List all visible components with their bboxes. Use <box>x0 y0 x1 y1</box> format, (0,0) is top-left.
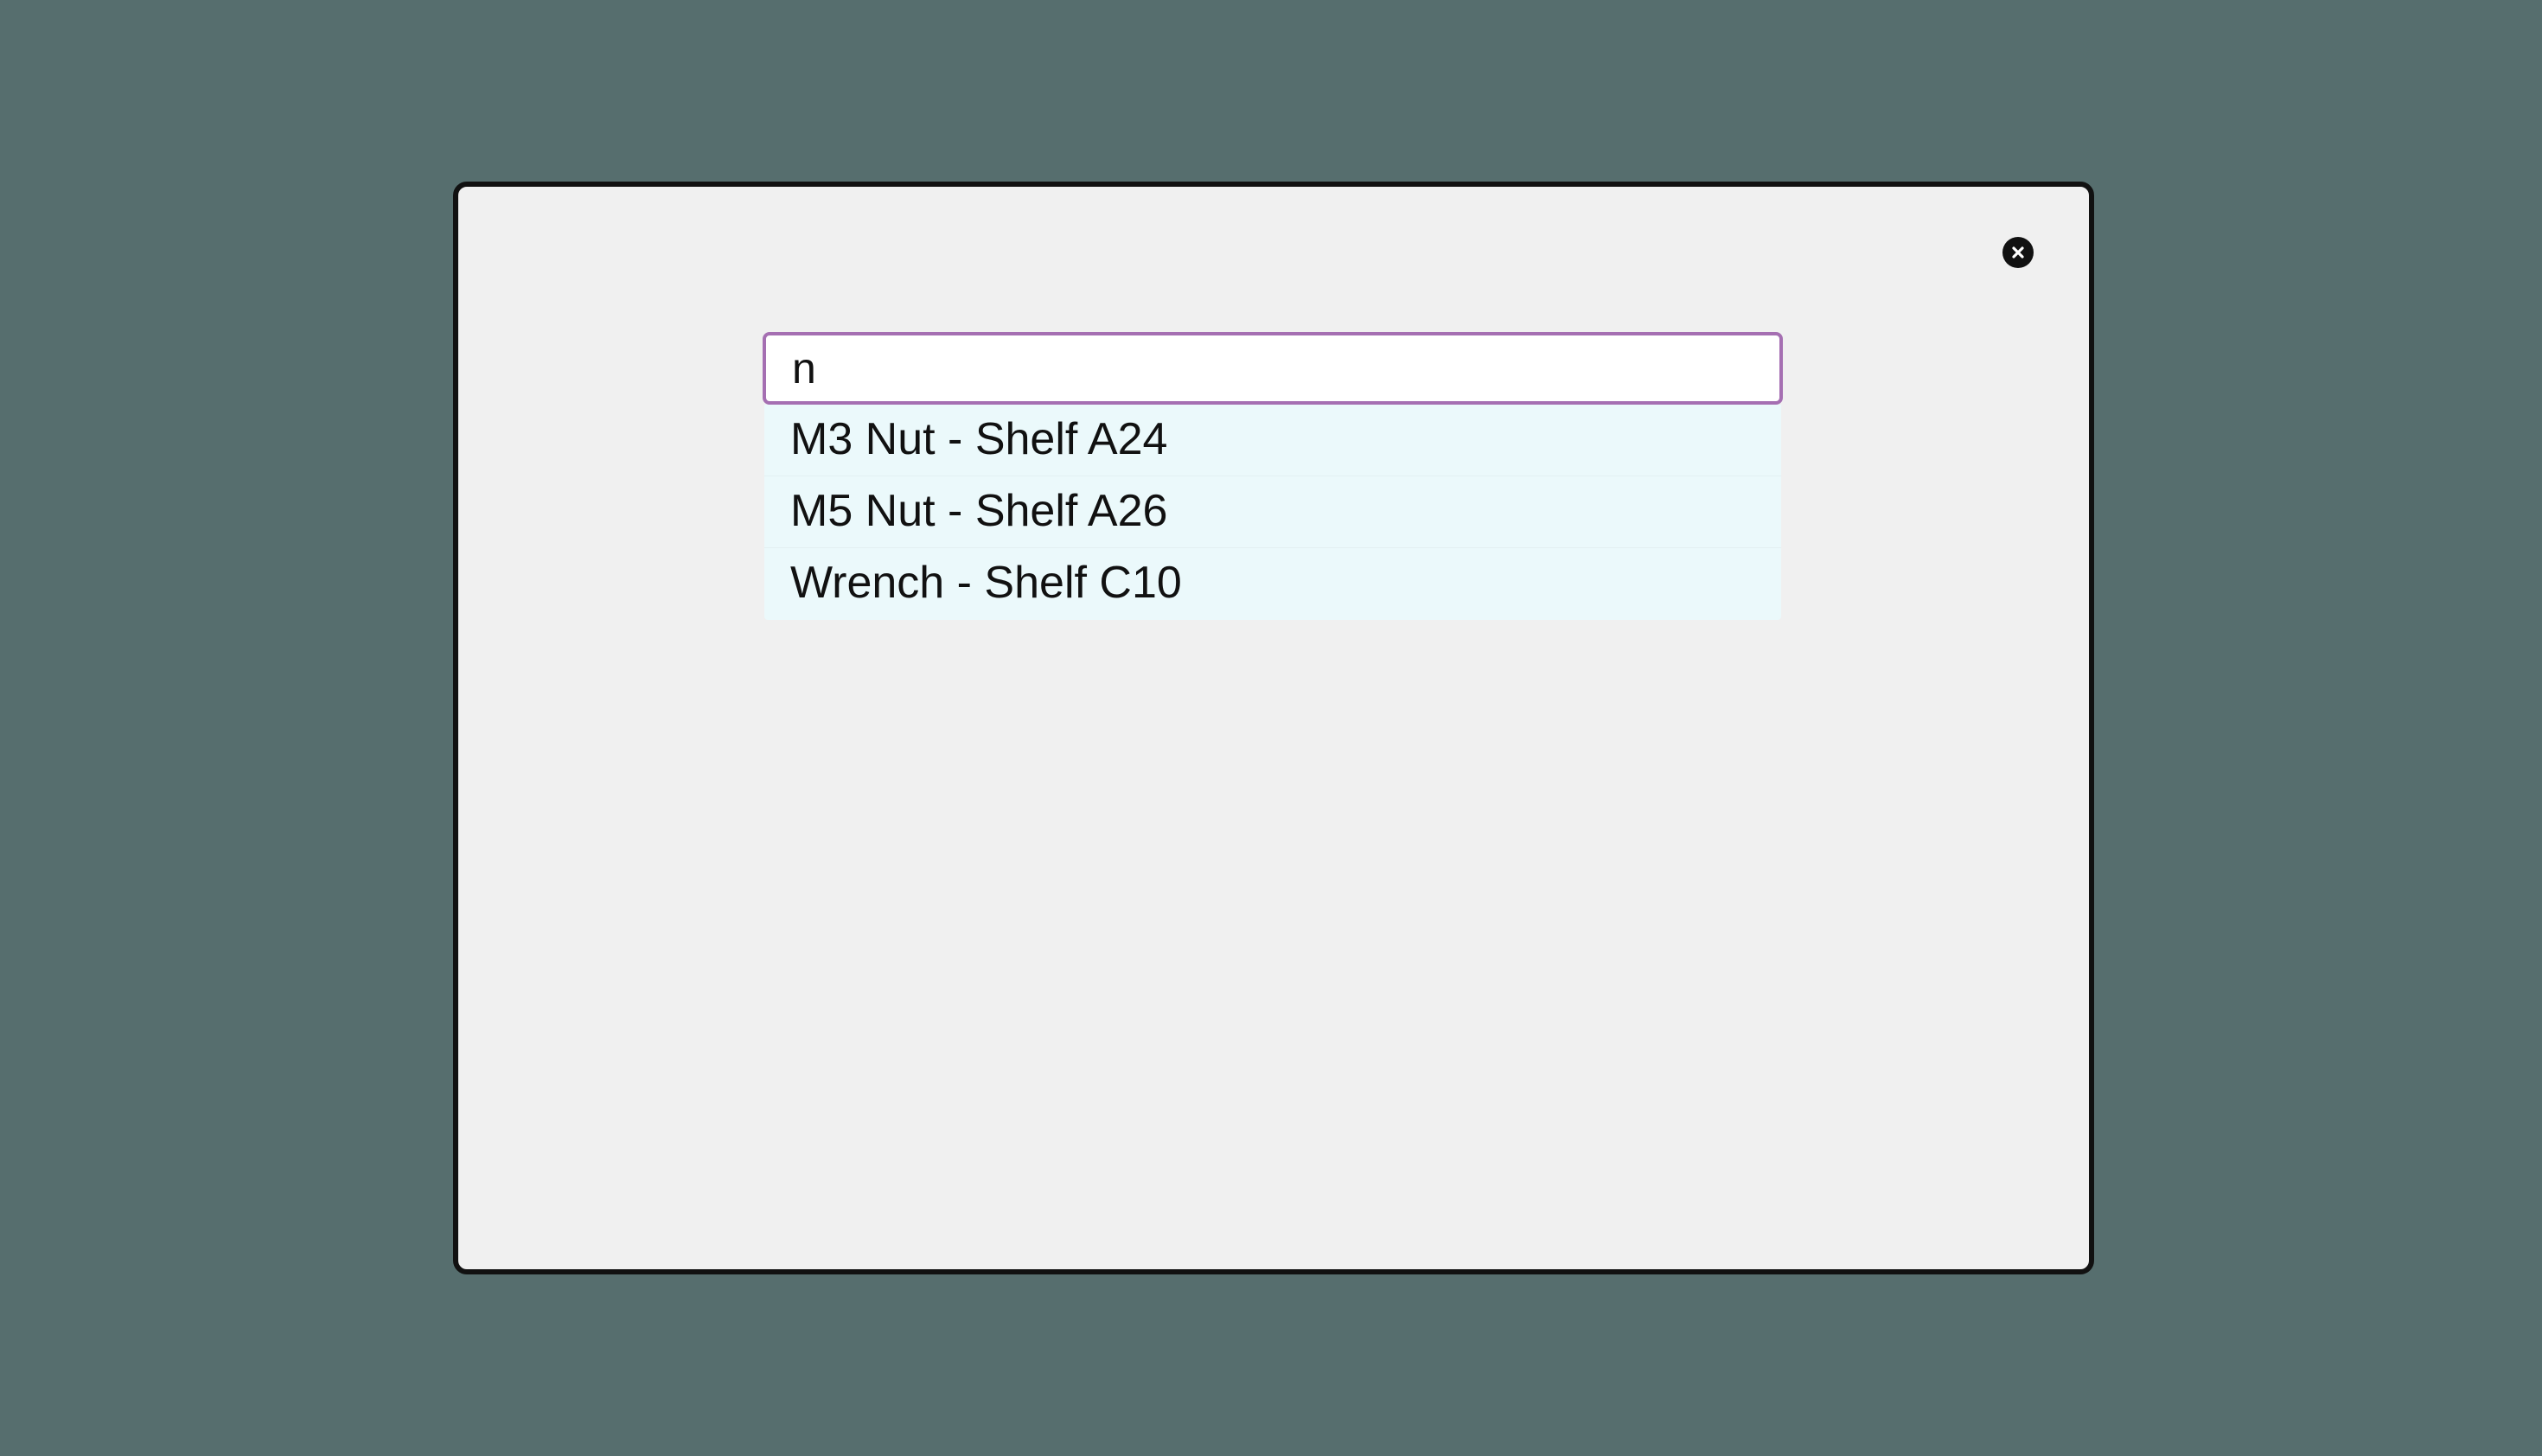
search-dialog: M3 Nut - Shelf A24 M5 Nut - Shelf A26 Wr… <box>453 182 2094 1274</box>
suggestion-item[interactable]: M3 Nut - Shelf A24 <box>764 405 1781 476</box>
suggestion-list: M3 Nut - Shelf A24 M5 Nut - Shelf A26 Wr… <box>764 405 1781 620</box>
close-button[interactable] <box>2002 237 2034 268</box>
close-icon <box>2012 246 2024 259</box>
search-combobox: M3 Nut - Shelf A24 M5 Nut - Shelf A26 Wr… <box>763 332 1783 620</box>
suggestion-item[interactable]: M5 Nut - Shelf A26 <box>764 476 1781 548</box>
search-input[interactable] <box>763 332 1783 405</box>
suggestion-item[interactable]: Wrench - Shelf C10 <box>764 548 1781 620</box>
